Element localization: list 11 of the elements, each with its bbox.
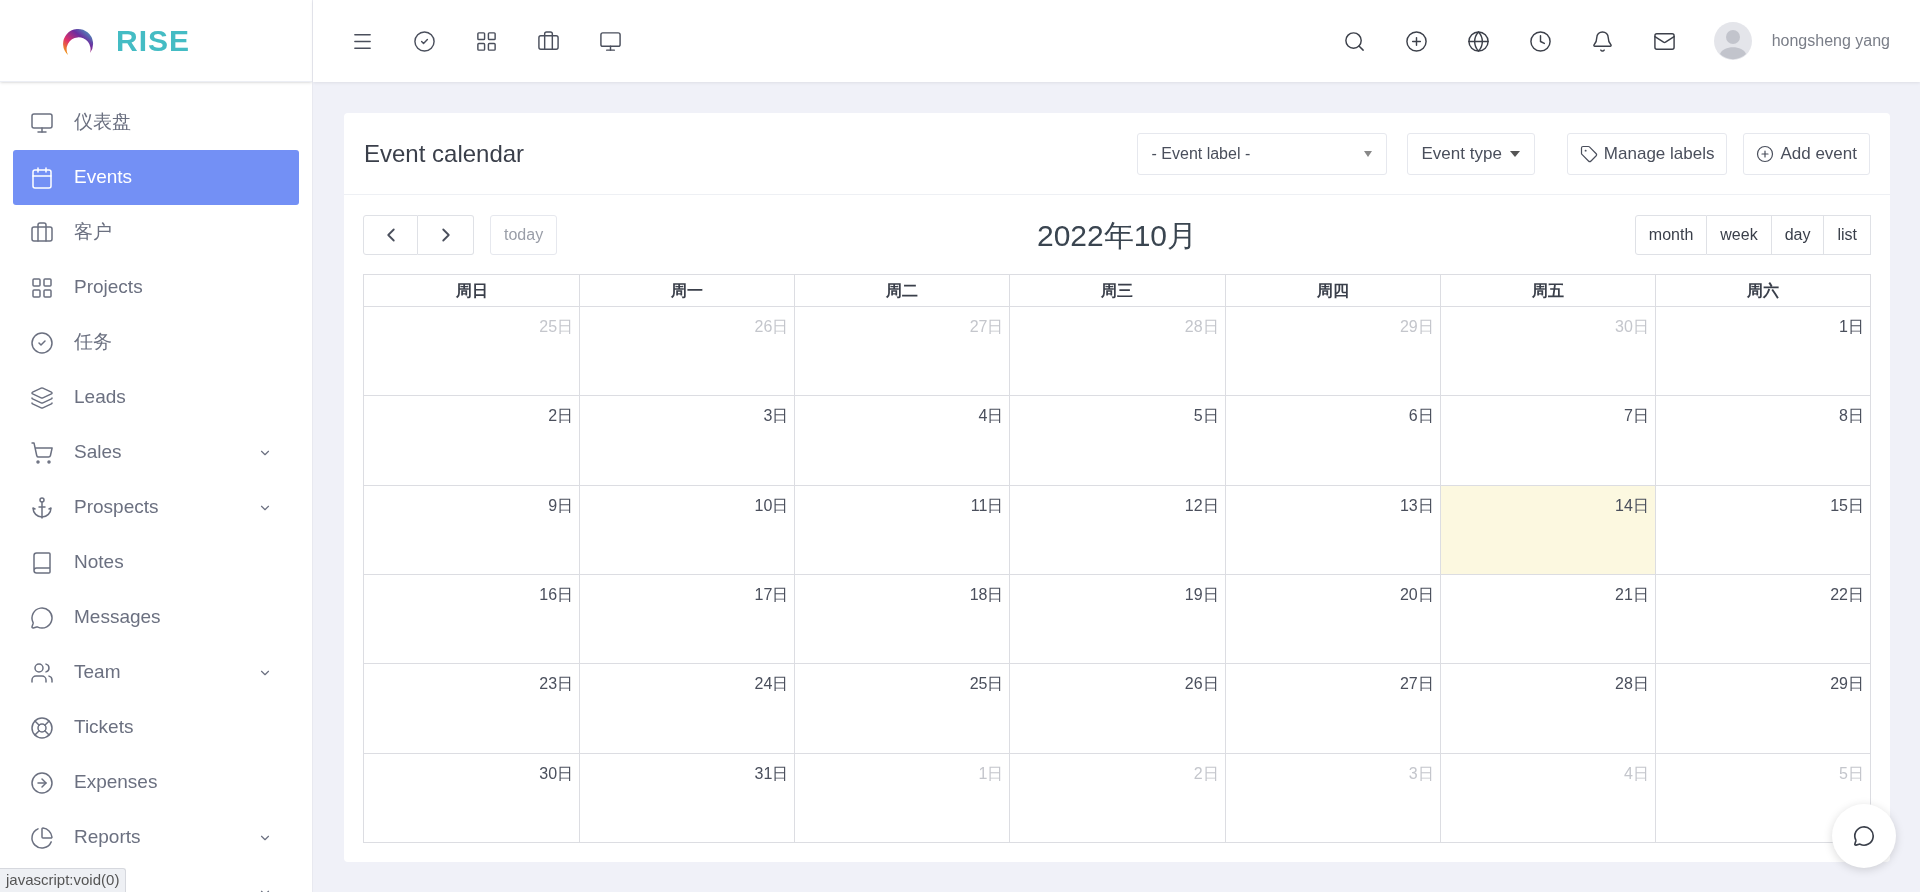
- weekday-header: 周三: [1009, 275, 1225, 306]
- weekday-header: 周五: [1439, 275, 1655, 306]
- weekday-header: 周二: [794, 275, 1010, 306]
- weekday-header: 周四: [1224, 275, 1440, 306]
- card-title: Event calendar: [364, 138, 526, 169]
- weekday-header: 周一: [579, 275, 795, 306]
- logo-text: RISE: [116, 23, 191, 59]
- calendar-title: 2022年10月: [1036, 217, 1198, 254]
- link-tooltip: javascript:void(0): [0, 868, 127, 892]
- weekday-header: 周六: [1654, 275, 1870, 306]
- weekday-header: 周日: [454, 280, 489, 301]
